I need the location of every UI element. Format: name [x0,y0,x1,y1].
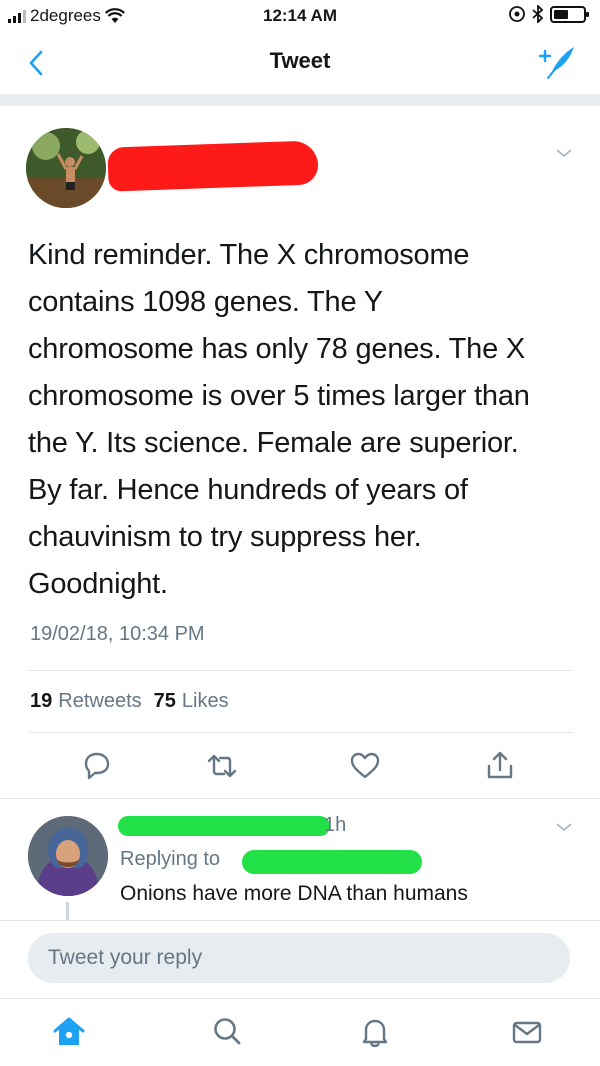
messages-icon[interactable] [510,1015,544,1049]
tweet-text-line: chromosome has only 78 genes. The X [28,333,526,365]
orientation-lock-icon [509,6,525,22]
nav-divider [0,94,600,106]
reply-time: 1h [324,814,347,836]
tweet-text-line: Goodnight. [28,568,168,600]
share-icon[interactable] [483,749,517,783]
search-icon[interactable] [210,1015,244,1049]
likes-label[interactable]: Likes [182,690,229,713]
retweet-icon[interactable] [205,749,239,783]
chevron-down-icon[interactable] [554,146,574,160]
home-icon[interactable] [52,1015,86,1049]
reply-text: Onions have more DNA than humans [120,882,468,905]
tweet-text-line: contains 1098 genes. The Y [28,286,383,318]
notifications-icon[interactable] [358,1015,392,1049]
compose-tweet-icon[interactable] [536,44,576,80]
status-indicators [508,5,589,23]
tweet-stats: 19 Retweets 75 Likes [30,690,229,713]
tweet-actions [0,749,600,789]
tweet-timestamp: 19/02/18, 10:34 PM [30,623,205,645]
page-title: Tweet [269,48,331,73]
redacted-mention [242,850,422,874]
status-bar: 2degrees 12:14 AM [0,0,600,34]
tweet-text-line: chromosome is over 5 times larger than [28,380,530,412]
reply-input[interactable] [28,933,570,983]
replying-to-label: Replying to [120,848,221,870]
retweets-count[interactable]: 19 [30,690,52,713]
divider [0,798,600,799]
tweet-text-line: chauvinism to try suppress her. [28,521,422,553]
bluetooth-icon [532,5,544,23]
battery-icon [550,5,589,23]
like-icon[interactable] [348,749,382,783]
tweet-text-line: Kind reminder. The X chromosome [28,239,470,271]
redacted-username [118,816,330,836]
tweet-text: Kind reminder. The X chromosome contains… [28,232,578,608]
thread-line [66,902,69,920]
tweet-text-line: By far. Hence hundreds of years of [28,474,468,506]
avatar[interactable] [26,128,106,208]
likes-count[interactable]: 75 [154,690,176,713]
reply-composer [0,920,600,998]
tab-bar [0,998,600,1066]
tweet-text-line: the Y. Its science. Female are superior. [28,427,519,459]
retweets-label[interactable]: Retweets [58,690,141,713]
avatar[interactable] [28,816,108,896]
nav-bar: Tweet [0,36,600,90]
reply-icon[interactable] [80,749,114,783]
chevron-down-icon[interactable] [554,820,574,834]
reply-tweet[interactable]: 1h Replying to Onions have more DNA than… [0,800,600,920]
divider [28,732,574,733]
redacted-username [107,140,319,192]
divider [28,670,574,671]
